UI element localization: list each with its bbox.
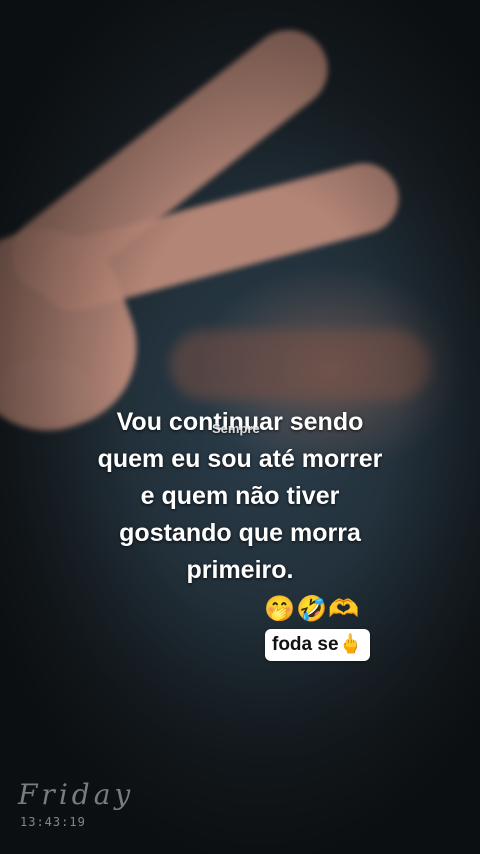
caption-line: quem eu sou até morrer xyxy=(97,445,383,473)
day-signature: Friday xyxy=(18,778,135,811)
emoji-reaction-row: 🤭🤣🫶 xyxy=(264,595,361,623)
caption-line: primeiro. xyxy=(186,556,294,584)
text-sticker: foda se🖕 xyxy=(265,629,371,661)
caption-line: e quem não tiver xyxy=(140,482,340,510)
caption-line: gostando que morra xyxy=(119,519,361,547)
caption-overlay-text: Sempre xyxy=(212,421,260,436)
clock-readout: 13:43:19 xyxy=(20,815,86,829)
